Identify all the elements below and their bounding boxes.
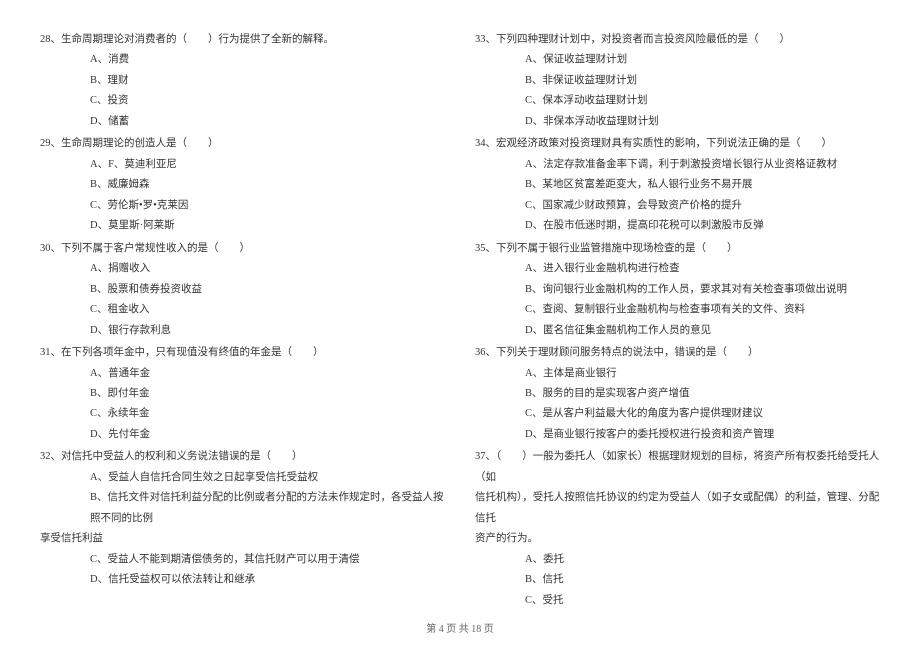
right-column: 33、下列四种理财计划中，对投资者而言投资风险最低的是（ ） A、保证收益理财计… [475, 30, 880, 613]
q28-option-d: D、储蓄 [40, 112, 445, 132]
q32-text: 32、对信托中受益人的权利和义务说法错误的是（ ） [40, 447, 445, 467]
q32-option-d: D、信托受益权可以依法转让和继承 [40, 570, 445, 590]
q34-option-c: C、国家减少财政预算，会导致资产价格的提升 [475, 196, 880, 216]
question-36: 36、下列关于理财顾问服务特点的说法中，错误的是（ ） A、主体是商业银行 B、… [475, 343, 880, 445]
question-31: 31、在下列各项年金中，只有现值没有终值的年金是（ ） A、普通年金 B、即付年… [40, 343, 445, 445]
q34-option-d: D、在股市低迷时期，提高印花税可以刺激股市反弹 [475, 216, 880, 236]
q37-option-a: A、委托 [475, 550, 880, 570]
q36-option-a: A、主体是商业银行 [475, 364, 880, 384]
q34-option-b: B、某地区贫富差距变大，私人银行业务不易开展 [475, 175, 880, 195]
q37-cont2: 资产的行为。 [475, 529, 880, 549]
q33-text: 33、下列四种理财计划中，对投资者而言投资风险最低的是（ ） [475, 30, 880, 50]
q30-option-b: B、股票和债券投资收益 [40, 280, 445, 300]
q31-option-a: A、普通年金 [40, 364, 445, 384]
question-32: 32、对信托中受益人的权利和义务说法错误的是（ ） A、受益人自信托合同生效之日… [40, 447, 445, 590]
q29-option-a: A、F、莫迪利亚尼 [40, 155, 445, 175]
q35-option-a: A、进入银行业金融机构进行检查 [475, 259, 880, 279]
q32-option-a: A、受益人自信托合同生效之日起享受信托受益权 [40, 468, 445, 488]
q31-option-c: C、永续年金 [40, 404, 445, 424]
q36-option-b: B、服务的目的是实现客户资产增值 [475, 384, 880, 404]
q34-text: 34、宏观经济政策对投资理财具有实质性的影响，下列说法正确的是（ ） [475, 134, 880, 154]
q35-text: 35、下列不属于银行业监管措施中现场检查的是（ ） [475, 239, 880, 259]
q28-text: 28、生命周期理论对消费者的（ ）行为提供了全新的解释。 [40, 30, 445, 50]
q37-option-c: C、受托 [475, 591, 880, 611]
q34-option-a: A、法定存款准备金率下调，利于刺激投资增长银行从业资格证教材 [475, 155, 880, 175]
q33-option-d: D、非保本浮动收益理财计划 [475, 112, 880, 132]
q31-text: 31、在下列各项年金中，只有现值没有终值的年金是（ ） [40, 343, 445, 363]
q33-option-a: A、保证收益理财计划 [475, 50, 880, 70]
q37-cont1: 信托机构），受托人按照信托协议的约定为受益人（如子女或配偶）的利益，管理、分配信… [475, 488, 880, 529]
q29-option-b: B、威廉姆森 [40, 175, 445, 195]
page-content: 28、生命周期理论对消费者的（ ）行为提供了全新的解释。 A、消费 B、理财 C… [0, 0, 920, 613]
q33-option-b: B、非保证收益理财计划 [475, 71, 880, 91]
question-29: 29、生命周期理论的创造人是（ ） A、F、莫迪利亚尼 B、威廉姆森 C、劳伦斯… [40, 134, 445, 236]
question-28: 28、生命周期理论对消费者的（ ）行为提供了全新的解释。 A、消费 B、理财 C… [40, 30, 445, 132]
question-37: 37、（ ）一般为委托人（如家长）根据理财规划的目标，将资产所有权委托给受托人（… [475, 447, 880, 611]
q30-option-c: C、租金收入 [40, 300, 445, 320]
q30-option-a: A、捐赠收入 [40, 259, 445, 279]
q28-option-c: C、投资 [40, 91, 445, 111]
question-34: 34、宏观经济政策对投资理财具有实质性的影响，下列说法正确的是（ ） A、法定存… [475, 134, 880, 236]
q35-option-d: D、匿名信征集金融机构工作人员的意见 [475, 321, 880, 341]
q35-option-c: C、查阅、复制银行业金融机构与检查事项有关的文件、资料 [475, 300, 880, 320]
q28-option-a: A、消费 [40, 50, 445, 70]
q30-text: 30、下列不属于客户常规性收入的是（ ） [40, 239, 445, 259]
q32-option-b: B、信托文件对信托利益分配的比例或者分配的方法未作规定时，各受益人按照不同的比例 [40, 488, 445, 529]
q28-option-b: B、理财 [40, 71, 445, 91]
q36-text: 36、下列关于理财顾问服务特点的说法中，错误的是（ ） [475, 343, 880, 363]
q29-option-d: D、莫里斯·阿莱斯 [40, 216, 445, 236]
q32-option-c: C、受益人不能到期清偿债务的，其信托财产可以用于清偿 [40, 550, 445, 570]
q37-text: 37、（ ）一般为委托人（如家长）根据理财规划的目标，将资产所有权委托给受托人（… [475, 447, 880, 488]
q31-option-d: D、先付年金 [40, 425, 445, 445]
q35-option-b: B、询问银行业金融机构的工作人员，要求其对有关检查事项做出说明 [475, 280, 880, 300]
q31-option-b: B、即付年金 [40, 384, 445, 404]
question-30: 30、下列不属于客户常规性收入的是（ ） A、捐赠收入 B、股票和债券投资收益 … [40, 239, 445, 341]
q36-option-d: D、是商业银行按客户的委托授权进行投资和资产管理 [475, 425, 880, 445]
q33-option-c: C、保本浮动收益理财计划 [475, 91, 880, 111]
q29-text: 29、生命周期理论的创造人是（ ） [40, 134, 445, 154]
q37-option-b: B、信托 [475, 570, 880, 590]
left-column: 28、生命周期理论对消费者的（ ）行为提供了全新的解释。 A、消费 B、理财 C… [40, 30, 445, 613]
page-footer: 第 4 页 共 18 页 [0, 620, 920, 635]
question-35: 35、下列不属于银行业监管措施中现场检查的是（ ） A、进入银行业金融机构进行检… [475, 239, 880, 341]
q32-option-b-cont: 享受信托利益 [40, 529, 445, 549]
q30-option-d: D、银行存款利息 [40, 321, 445, 341]
question-33: 33、下列四种理财计划中，对投资者而言投资风险最低的是（ ） A、保证收益理财计… [475, 30, 880, 132]
q36-option-c: C、是从客户利益最大化的角度为客户提供理财建议 [475, 404, 880, 424]
q29-option-c: C、劳伦斯•罗•克莱因 [40, 196, 445, 216]
